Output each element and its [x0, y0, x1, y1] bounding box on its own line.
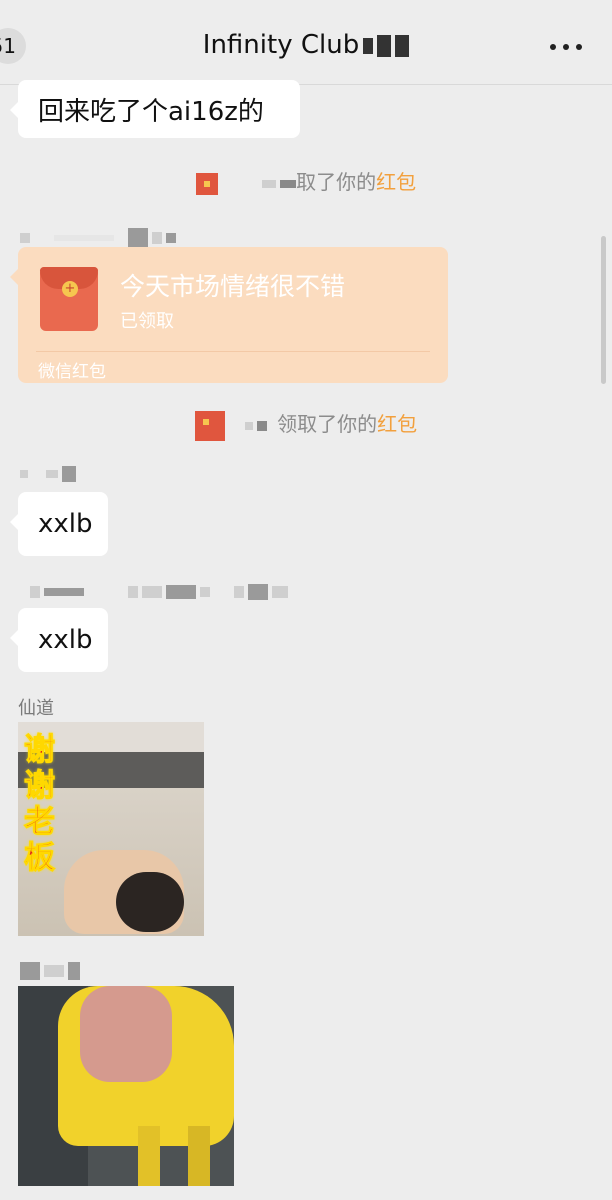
- pixelated-title-part: [395, 34, 410, 57]
- sender-name-pixelated: [30, 584, 288, 600]
- pixelated-name: [280, 179, 297, 188]
- sticker-image[interactable]: [18, 986, 234, 1186]
- red-packet-brand: 微信红包: [38, 362, 106, 382]
- red-packet-title: 今天市场情绪很不错: [120, 272, 346, 301]
- pixelated-name: [262, 179, 277, 188]
- red-packet-link[interactable]: 红包: [377, 412, 417, 436]
- red-packet-small-icon: [194, 410, 225, 441]
- pixelated-name: [245, 421, 254, 430]
- system-message: 领取了你的红包: [0, 408, 612, 441]
- red-packet-status: 已领取: [120, 311, 174, 332]
- message-text: xxlb: [38, 509, 93, 539]
- pixelated-title-part: [363, 37, 374, 54]
- message-text: xxlb: [38, 625, 93, 655]
- chat-title-text: Infinity Club: [202, 30, 360, 60]
- pixelated-name: [257, 420, 268, 431]
- system-text: 取了你的: [296, 170, 377, 194]
- chat-title: Infinity Club: [0, 30, 612, 60]
- chat-header: 51 Infinity Club: [0, 0, 612, 85]
- message-text: 回来吃了个ai16z的: [38, 96, 264, 127]
- sticker-image[interactable]: 谢谢老板: [18, 722, 204, 936]
- scrollbar[interactable]: [601, 236, 606, 384]
- red-packet-small-icon: [195, 172, 218, 195]
- red-packet-link[interactable]: 红包: [376, 170, 416, 194]
- red-packet-card[interactable]: 今天市场情绪很不错 已领取 微信红包: [10, 247, 448, 383]
- pixelated-title-part: [377, 34, 392, 57]
- sender-name-pixelated: [20, 228, 176, 248]
- system-text: 领取了你的: [277, 412, 378, 436]
- sender-name: 仙道: [18, 698, 54, 719]
- message-bubble[interactable]: xxlb: [10, 492, 108, 556]
- sticker-caption: 谢谢老板: [24, 732, 56, 877]
- sender-name-pixelated: [20, 466, 76, 482]
- message-bubble[interactable]: 回来吃了个ai16z的: [10, 80, 300, 138]
- sender-name-pixelated: [20, 962, 80, 980]
- red-packet-divider: [36, 351, 430, 352]
- message-bubble[interactable]: xxlb: [10, 608, 108, 672]
- red-envelope-icon: [40, 267, 98, 331]
- system-message: 取了你的红包: [0, 166, 612, 195]
- more-options-icon[interactable]: [550, 44, 582, 50]
